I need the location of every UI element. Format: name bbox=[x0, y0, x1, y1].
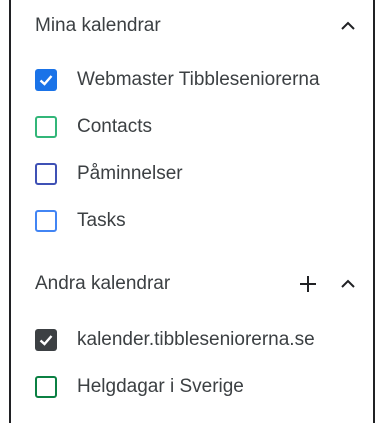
calendar-item-holidays[interactable]: Helgdagar i Sverige bbox=[35, 372, 361, 402]
other-calendars-header[interactable]: Andra kalendrar bbox=[35, 269, 363, 299]
my-calendars-title: Mina kalendrar bbox=[35, 15, 161, 36]
checkbox-icon[interactable] bbox=[35, 116, 57, 138]
other-calendars-title: Andra kalendrar bbox=[35, 273, 171, 294]
calendar-item-label: Tasks bbox=[77, 210, 126, 231]
calendar-item-contacts[interactable]: Contacts bbox=[35, 112, 361, 142]
checkbox-icon[interactable] bbox=[35, 163, 57, 185]
plus-icon[interactable] bbox=[293, 269, 323, 299]
calendar-item-tibbleseniorerna[interactable]: kalender.tibbleseniorerna.se bbox=[35, 325, 361, 355]
calendar-item-label: Contacts bbox=[77, 116, 152, 137]
calendar-item-label: Webmaster Tibbleseniorerna bbox=[77, 69, 320, 90]
calendar-item-reminders[interactable]: Påminnelser bbox=[35, 159, 361, 189]
chevron-up-icon[interactable] bbox=[333, 11, 363, 41]
my-calendars-header[interactable]: Mina kalendrar bbox=[35, 11, 363, 41]
calendar-item-label: Påminnelser bbox=[77, 163, 183, 184]
calendar-list-panel: Mina kalendrar Webmaster Tibbleseniorern… bbox=[9, 0, 375, 423]
calendar-item-tasks[interactable]: Tasks bbox=[35, 206, 361, 236]
checkbox-icon[interactable] bbox=[35, 210, 57, 232]
checkbox-checked-icon[interactable] bbox=[35, 329, 57, 351]
checkbox-checked-icon[interactable] bbox=[35, 69, 57, 91]
checkbox-icon[interactable] bbox=[35, 376, 57, 398]
calendar-item-label: kalender.tibbleseniorerna.se bbox=[77, 329, 315, 350]
calendar-item-label: Helgdagar i Sverige bbox=[77, 376, 244, 397]
chevron-up-icon[interactable] bbox=[333, 269, 363, 299]
calendar-item-webmaster[interactable]: Webmaster Tibbleseniorerna bbox=[35, 65, 361, 95]
